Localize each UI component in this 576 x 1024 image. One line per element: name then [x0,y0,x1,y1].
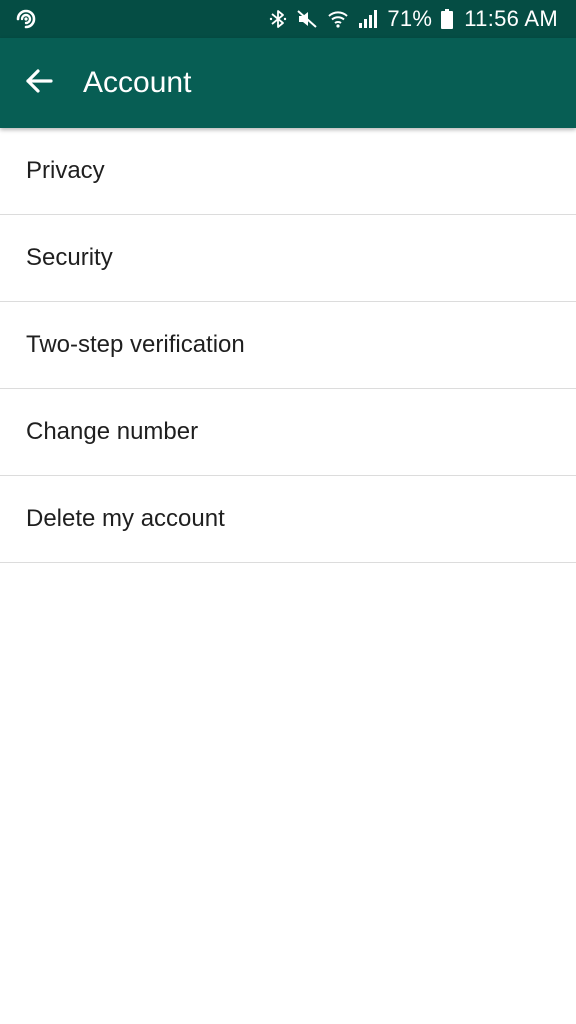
menu-item-security[interactable]: Security [0,215,576,302]
menu-item-change-number[interactable]: Change number [0,389,576,476]
status-bar: 71% 11:56 AM [0,0,576,38]
menu-item-privacy[interactable]: Privacy [0,128,576,215]
account-menu: Privacy Security Two-step verification C… [0,128,576,563]
app-notification-icon [14,7,38,31]
signal-icon [358,9,378,29]
battery-percent: 71% [387,6,433,31]
menu-item-label: Security [26,244,113,271]
page-title: Account [83,66,192,99]
menu-item-two-step-verification[interactable]: Two-step verification [0,302,576,389]
wifi-icon [327,8,349,30]
back-button[interactable] [16,60,62,106]
menu-item-label: Two-step verification [26,331,245,358]
bluetooth-icon [269,8,287,30]
status-time: 11:56 AM [464,6,558,31]
menu-item-label: Delete my account [26,505,225,532]
battery-icon [441,9,454,29]
mute-icon [296,8,318,30]
arrow-back-icon [25,67,53,100]
app-bar: Account [0,38,576,128]
menu-item-label: Change number [26,418,199,445]
menu-item-label: Privacy [26,157,105,184]
menu-item-delete-account[interactable]: Delete my account [0,476,576,563]
